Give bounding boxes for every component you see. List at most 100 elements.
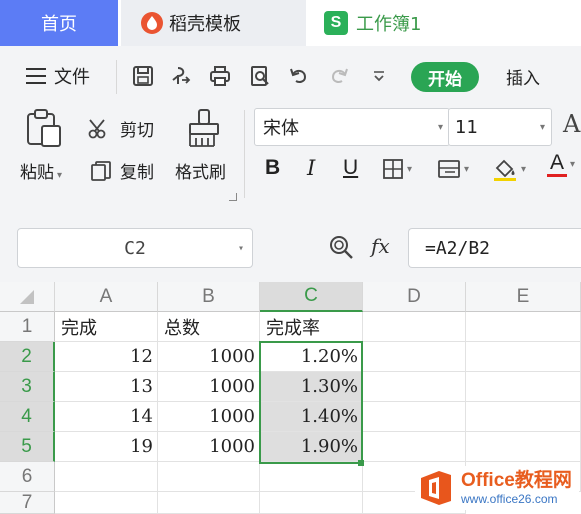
zoom-search-icon[interactable] (328, 234, 354, 260)
cell-c4[interactable]: 1.40% (260, 402, 363, 432)
cell-value: 1000 (209, 346, 255, 367)
column-header-d[interactable]: D (363, 282, 466, 312)
row-header-7[interactable]: 7 (0, 492, 55, 514)
cell-a6[interactable] (55, 462, 158, 492)
cell-value: 1.20% (300, 346, 358, 367)
caret-down-icon: ▾ (237, 243, 244, 254)
cell-value: 1000 (209, 406, 255, 427)
tab-docer-templates[interactable]: 稻壳模板 (121, 0, 306, 46)
font-name-value: 宋体 (263, 118, 299, 139)
paste-icon[interactable] (24, 108, 64, 148)
cell-c7[interactable] (260, 492, 363, 514)
bold-button[interactable]: B (265, 156, 280, 180)
cell-c2[interactable]: 1.20% (260, 342, 363, 372)
column-header-c[interactable]: C (260, 282, 363, 312)
cell-e1[interactable] (466, 312, 581, 342)
row-header-3[interactable]: 3 (0, 372, 55, 402)
cell-c3[interactable]: 1.30% (260, 372, 363, 402)
dialog-launcher-icon[interactable] (229, 193, 237, 201)
formula-input[interactable]: =A2/B2 (408, 228, 581, 268)
cell-c5[interactable]: 1.90% (260, 432, 363, 462)
row-header-label: 5 (21, 435, 32, 457)
cell-e5[interactable] (466, 432, 581, 462)
row-header-2[interactable]: 2 (0, 342, 55, 372)
column-header-e[interactable]: E (466, 282, 581, 312)
redo-icon[interactable] (326, 63, 352, 89)
cell-d2[interactable] (363, 342, 466, 372)
cell-a5[interactable]: 19 (55, 432, 158, 462)
cell-e3[interactable] (466, 372, 581, 402)
italic-button[interactable]: I (307, 156, 315, 180)
divider (244, 110, 245, 198)
name-box[interactable]: C2 ▾ (17, 228, 253, 268)
quick-access-dropdown-icon[interactable] (366, 63, 392, 89)
row-header-6[interactable]: 6 (0, 462, 55, 492)
row-header-label: 4 (21, 405, 32, 427)
cell-a1[interactable]: 完成 (55, 312, 158, 342)
copy-icon (91, 160, 111, 181)
cell-value: 1000 (209, 436, 255, 457)
undo-icon[interactable] (286, 63, 312, 89)
cell-b5[interactable]: 1000 (158, 432, 260, 462)
increase-font-size-button[interactable]: A (563, 110, 580, 138)
underline-button[interactable]: U (343, 156, 358, 180)
format-painter-button[interactable]: 格式刷 (175, 158, 226, 183)
font-name-select[interactable]: 宋体 ▾ (254, 108, 450, 146)
cell-a2[interactable]: 12 (55, 342, 158, 372)
cell-c1[interactable]: 完成率 (260, 312, 363, 342)
cell-value: 1000 (209, 376, 255, 397)
fill-handle[interactable] (358, 460, 364, 466)
column-header-a[interactable]: A (55, 282, 158, 312)
cell-d4[interactable] (363, 402, 466, 432)
tab-insert-label: 插入 (506, 69, 540, 89)
row-header-5[interactable]: 5 (0, 432, 55, 462)
row-header-1[interactable]: 1 (0, 312, 55, 342)
cell-d3[interactable] (363, 372, 466, 402)
cell-value: 13 (130, 376, 153, 397)
paste-button[interactable]: 粘贴 ▾ (20, 158, 62, 183)
cell-a4[interactable]: 14 (55, 402, 158, 432)
paste-label: 粘贴 (20, 163, 54, 183)
cell-d1[interactable] (363, 312, 466, 342)
tab-home[interactable]: 首页 (0, 0, 118, 46)
export-pdf-icon[interactable] (168, 63, 194, 89)
fill-pattern-button[interactable]: ▾ (437, 158, 469, 180)
insert-function-button[interactable]: fx (371, 234, 390, 258)
tab-workbook[interactable]: S 工作簿1 (306, 0, 581, 46)
cell-e4[interactable] (466, 402, 581, 432)
column-header-label: D (407, 285, 421, 307)
cell-b4[interactable]: 1000 (158, 402, 260, 432)
cut-button[interactable]: 剪切 (88, 116, 154, 141)
file-menu-button[interactable]: 文件 (26, 63, 90, 89)
font-color-button[interactable]: A ▾ (547, 152, 575, 177)
print-icon[interactable] (207, 63, 233, 89)
column-header-label: C (304, 285, 318, 306)
copy-button[interactable]: 复制 (90, 158, 154, 183)
cell-value: 14 (130, 406, 153, 427)
bold-label: B (265, 156, 281, 179)
borders-icon (383, 159, 403, 179)
fill-color-button[interactable]: ▾ (492, 156, 526, 182)
format-painter-icon[interactable] (186, 108, 222, 148)
cell-b1[interactable]: 总数 (158, 312, 260, 342)
cell-d5[interactable] (363, 432, 466, 462)
cell-c6[interactable] (260, 462, 363, 492)
cell-b6[interactable] (158, 462, 260, 492)
column-header-b[interactable]: B (158, 282, 260, 312)
tab-start[interactable]: 开始 (411, 62, 479, 92)
watermark-title: Office教程网 (461, 470, 572, 491)
cell-b2[interactable]: 1000 (158, 342, 260, 372)
cell-a3[interactable]: 13 (55, 372, 158, 402)
cell-b3[interactable]: 1000 (158, 372, 260, 402)
docer-logo-icon (141, 12, 163, 34)
select-all-corner[interactable] (0, 282, 55, 312)
borders-button[interactable]: ▾ (382, 158, 412, 180)
cell-b7[interactable] (158, 492, 260, 514)
cell-e2[interactable] (466, 342, 581, 372)
font-size-select[interactable]: 11 ▾ (448, 108, 552, 146)
print-preview-icon[interactable] (247, 63, 273, 89)
row-header-4[interactable]: 4 (0, 402, 55, 432)
tab-insert[interactable]: 插入 (506, 64, 540, 89)
cell-a7[interactable] (55, 492, 158, 514)
save-icon[interactable] (130, 63, 156, 89)
